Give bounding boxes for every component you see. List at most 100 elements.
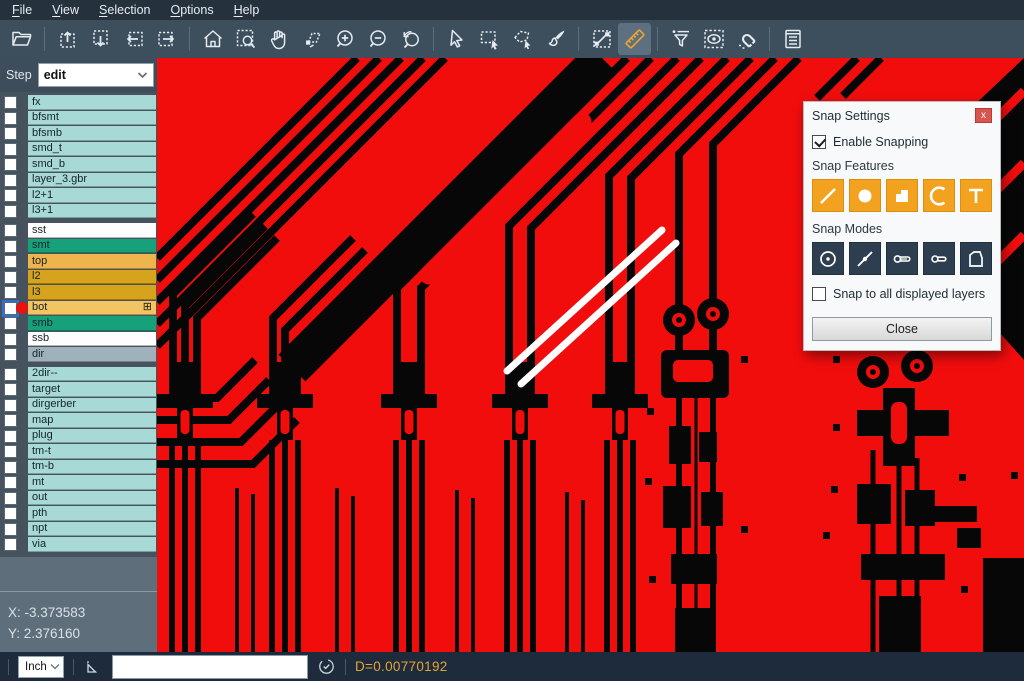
layer-label[interactable]: npt — [28, 522, 156, 537]
layer-row-bot[interactable]: bot⊞ — [0, 301, 157, 317]
layer-checkbox[interactable] — [4, 96, 17, 109]
layer-checkbox[interactable] — [4, 143, 17, 156]
layer-row-plug[interactable]: plug — [0, 429, 157, 445]
zoom-out-icon[interactable] — [361, 23, 394, 55]
layer-row-l2+1[interactable]: l2+1 — [0, 188, 157, 204]
pan-down-icon[interactable] — [84, 23, 117, 55]
layer-row-top[interactable]: top — [0, 254, 157, 270]
layer-label[interactable]: tm-b — [28, 460, 156, 475]
dialog-close-icon[interactable]: x — [975, 108, 992, 123]
enable-snapping-checkbox[interactable] — [812, 135, 826, 149]
layer-checkbox[interactable] — [4, 240, 17, 253]
snap-feature-text-icon[interactable] — [960, 179, 992, 212]
layer-checkbox[interactable] — [4, 430, 17, 443]
snap-mode-center-icon[interactable] — [812, 242, 844, 275]
layer-row-sst[interactable]: sst — [0, 223, 157, 239]
layer-row-target[interactable]: target — [0, 382, 157, 398]
layer-label[interactable]: l3 — [28, 285, 156, 300]
layer-row-layer_3.gbr[interactable]: layer_3.gbr — [0, 173, 157, 189]
menu-selection[interactable]: Selection — [89, 1, 160, 19]
layer-row-dir[interactable]: dir — [0, 347, 157, 363]
layer-label[interactable]: ssb — [28, 332, 156, 347]
pan-right-icon[interactable] — [150, 23, 183, 55]
snap-mode-polygon-icon[interactable] — [960, 242, 992, 275]
close-button[interactable]: Close — [812, 317, 992, 341]
menu-file[interactable]: File — [2, 1, 42, 19]
layer-row-bfsmt[interactable]: bfsmt — [0, 111, 157, 127]
layer-checkbox[interactable] — [4, 255, 17, 268]
layer-checkbox[interactable] — [4, 523, 17, 536]
zoom-in-icon[interactable] — [328, 23, 361, 55]
layer-checkbox[interactable] — [4, 333, 17, 346]
layer-row-map[interactable]: map — [0, 413, 157, 429]
layer-checkbox[interactable] — [4, 286, 17, 299]
zoom-previous-icon[interactable] — [394, 23, 427, 55]
layer-label[interactable]: smt — [28, 239, 156, 254]
layer-row-tm-b[interactable]: tm-b — [0, 460, 157, 476]
layer-label[interactable]: l3+1 — [28, 204, 156, 219]
layer-checkbox[interactable] — [4, 112, 17, 125]
snap-mode-pad-outline-icon[interactable] — [923, 242, 955, 275]
snap-mode-point-on-line-icon[interactable] — [849, 242, 881, 275]
layer-label[interactable]: l2+1 — [28, 188, 156, 203]
layer-label[interactable]: target — [28, 382, 156, 397]
layer-checkbox[interactable] — [4, 383, 17, 396]
layer-label[interactable]: layer_3.gbr — [28, 173, 156, 188]
snap-feature-arc-icon[interactable] — [923, 179, 955, 212]
layer-checkbox[interactable] — [4, 538, 17, 551]
layer-checkbox[interactable] — [4, 507, 17, 520]
layer-checkbox[interactable] — [4, 189, 17, 202]
layer-row-out[interactable]: out — [0, 491, 157, 507]
poly-select-icon[interactable] — [506, 23, 539, 55]
command-input[interactable] — [112, 655, 308, 679]
layer-checkbox[interactable] — [4, 174, 17, 187]
layer-checkbox[interactable] — [4, 224, 17, 237]
layer-label[interactable]: map — [28, 413, 156, 428]
snap-all-layers-checkbox[interactable] — [812, 287, 826, 301]
layer-row-bfsmb[interactable]: bfsmb — [0, 126, 157, 142]
snap-feature-line-icon[interactable] — [812, 179, 844, 212]
layer-label[interactable]: sst — [28, 223, 156, 238]
filter-icon[interactable] — [664, 23, 697, 55]
report-icon[interactable] — [776, 23, 809, 55]
layer-label[interactable]: bfsmt — [28, 111, 156, 126]
select-arrow-icon[interactable] — [440, 23, 473, 55]
confirm-circle-icon[interactable] — [317, 657, 336, 676]
snap-magnet-icon[interactable] — [730, 23, 763, 55]
layer-checkbox[interactable] — [4, 271, 17, 284]
layer-row-l3[interactable]: l3 — [0, 285, 157, 301]
open-folder-icon[interactable] — [5, 23, 38, 55]
layer-checkbox[interactable] — [4, 127, 17, 140]
rect-select-icon[interactable] — [473, 23, 506, 55]
layer-row-fx[interactable]: fx — [0, 95, 157, 111]
layer-row-smd_t[interactable]: smd_t — [0, 142, 157, 158]
menu-options[interactable]: Options — [160, 1, 223, 19]
layer-row-smd_b[interactable]: smd_b — [0, 157, 157, 173]
move-vertex-icon[interactable] — [295, 23, 328, 55]
layer-row-via[interactable]: via — [0, 537, 157, 553]
zoom-window-icon[interactable] — [229, 23, 262, 55]
layer-row-ssb[interactable]: ssb — [0, 332, 157, 348]
snap-mode-pad-right-icon[interactable] — [886, 242, 918, 275]
layer-checkbox[interactable] — [4, 158, 17, 171]
layer-row-l2[interactable]: l2 — [0, 270, 157, 286]
layer-label[interactable]: smb — [28, 316, 156, 331]
layer-row-dirgerber[interactable]: dirgerber — [0, 398, 157, 414]
layer-row-l3+1[interactable]: l3+1 — [0, 204, 157, 220]
pan-up-icon[interactable] — [51, 23, 84, 55]
layer-label[interactable]: tm-t — [28, 444, 156, 459]
layer-row-smb[interactable]: smb — [0, 316, 157, 332]
layer-checkbox[interactable] — [4, 348, 17, 361]
layer-label[interactable]: 2dir-- — [28, 367, 156, 382]
layer-checkbox[interactable] — [4, 492, 17, 505]
layer-checkbox[interactable] — [4, 461, 17, 474]
layer-checkbox[interactable] — [4, 205, 17, 218]
ruler-icon[interactable] — [618, 23, 651, 55]
layer-label[interactable]: top — [28, 254, 156, 269]
layer-row-pth[interactable]: pth — [0, 506, 157, 522]
enable-snapping-row[interactable]: Enable Snapping — [812, 135, 992, 149]
pcb-canvas[interactable]: Snap Settings x Enable Snapping Snap Fea… — [157, 58, 1024, 652]
layer-checkbox[interactable] — [4, 368, 17, 381]
layer-label[interactable]: dirgerber — [28, 398, 156, 413]
paint-brush-icon[interactable] — [539, 23, 572, 55]
